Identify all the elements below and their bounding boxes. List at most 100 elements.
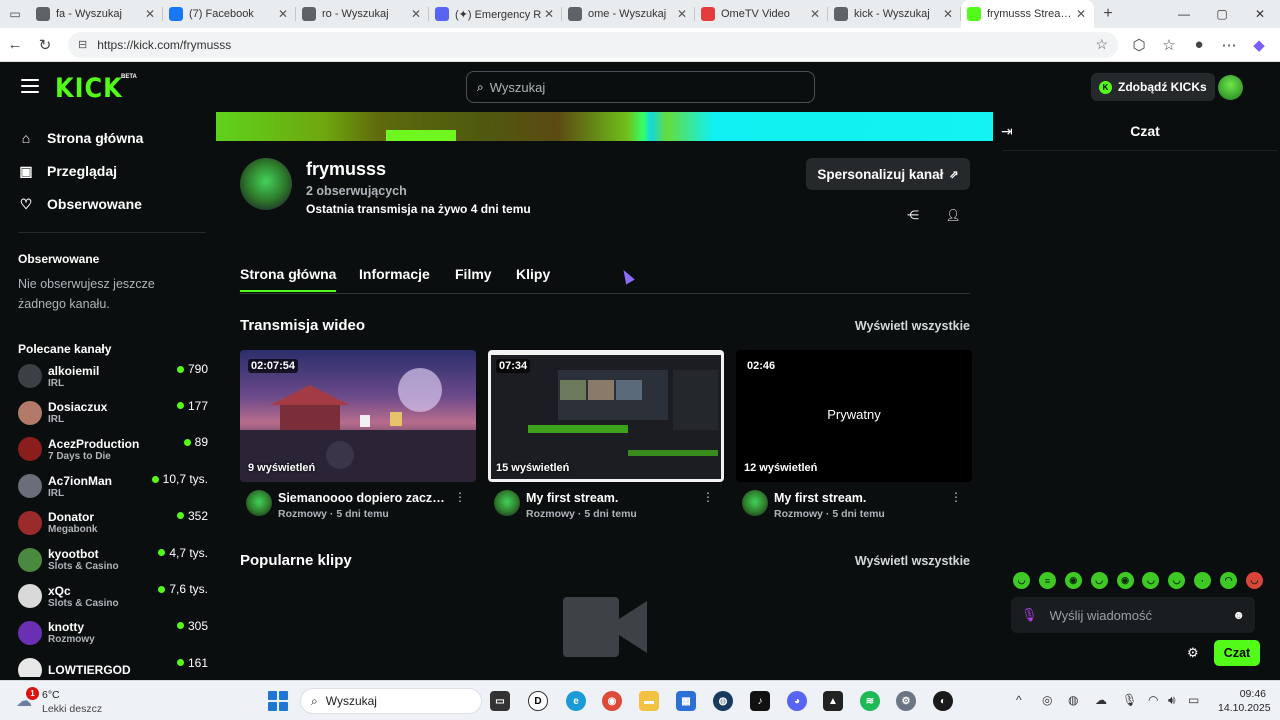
tray-microphone-icon[interactable]: 🎙︎ (1122, 693, 1137, 707)
tab-clips[interactable]: Klipy (516, 266, 550, 282)
tab-about[interactable]: Informacje (359, 266, 430, 282)
emote-icon[interactable]: ◉ (1116, 572, 1134, 589)
recommended-channel[interactable]: alkoiemil IRL 790 (18, 359, 208, 393)
video-title[interactable]: My first stream. (526, 491, 696, 505)
browser-tab[interactable]: frymusss Stream - ✕ (961, 0, 1094, 28)
spotify-icon[interactable]: ≋ (860, 691, 880, 711)
search-input[interactable] (489, 79, 790, 95)
recommended-channel[interactable]: AcezProduction 7 Days to Die 89 (18, 432, 208, 466)
back-icon[interactable]: ← (0, 30, 30, 60)
game-app-icon[interactable]: ▲ (823, 691, 843, 711)
tab-home[interactable]: Strona główna (240, 266, 337, 292)
chrome-icon[interactable]: ◉ (602, 691, 622, 711)
add-user-icon[interactable]: 👤︎ (944, 206, 962, 224)
volume-icon[interactable]: 🔊︎ (1168, 693, 1176, 708)
customize-channel-button[interactable]: Spersonalizuj kanał ⇗ (806, 158, 970, 190)
more-options-icon[interactable]: ⋮ (454, 490, 466, 504)
recommended-channel[interactable]: kyootbot Slots & Casino 4,7 tys. (18, 543, 208, 577)
browser-tab[interactable]: (✦) Emergency R ✕ (429, 0, 562, 28)
emote-icon[interactable]: ◡ (1013, 572, 1030, 589)
browser-tab[interactable]: kick - Wyszukaj ✕ (828, 0, 961, 28)
nav-browse[interactable]: ▣ Przeglądaj (18, 159, 117, 183)
video-channel-avatar[interactable] (494, 490, 520, 516)
close-tab-icon[interactable]: ✕ (143, 7, 157, 21)
browser-tab[interactable]: OmeTV Video ✕ (695, 0, 828, 28)
store-icon[interactable]: ▦ (676, 691, 696, 711)
more-options-icon[interactable]: ⋮ (950, 490, 962, 504)
profile-icon[interactable]: ● (1184, 30, 1214, 60)
emote-icon[interactable]: · (1194, 572, 1212, 589)
new-tab-button[interactable]: + (1094, 5, 1122, 23)
browser-tab[interactable]: fa - Wyszukaj ✕ (30, 0, 163, 28)
search-box[interactable]: ⌕ (466, 71, 815, 103)
kick-logo[interactable]: KICK (55, 73, 123, 104)
video-title[interactable]: Siemanoooo dopiero zaczy... (278, 491, 448, 505)
extensions-icon[interactable]: ⬡ (1124, 30, 1154, 60)
close-tab-icon[interactable]: ✕ (276, 7, 290, 21)
file-explorer-icon[interactable]: ▬ (639, 691, 659, 711)
emoji-icon[interactable]: ☻ (1232, 608, 1245, 622)
clips-see-all-link[interactable]: Wyświetl wszystkie (855, 554, 970, 568)
close-window-button[interactable]: ✕ (1240, 0, 1280, 28)
chat-message-input[interactable] (1049, 607, 1233, 623)
wifi-icon[interactable]: ◠ (1148, 693, 1158, 707)
close-tab-icon[interactable]: ✕ (1074, 7, 1088, 21)
get-kicks-button[interactable]: K Zdobądź KICKs (1091, 73, 1215, 101)
video-title[interactable]: My first stream. (774, 491, 944, 505)
recommended-channel[interactable]: Ac7ionMan IRL 10,7 tys. (18, 469, 208, 503)
settings-icon[interactable]: ⚙ (896, 691, 916, 711)
steam-icon[interactable]: ◍ (713, 691, 733, 711)
emote-icon[interactable]: ≡ (1038, 572, 1056, 589)
start-button[interactable] (268, 691, 288, 711)
discord-icon[interactable]: ◕ (787, 691, 807, 711)
nav-home[interactable]: ⌂ Strona główna (18, 126, 144, 150)
send-chat-button[interactable]: Czat (1214, 640, 1260, 666)
video-card-2[interactable]: 07:34 15 wyświetleń (488, 350, 724, 482)
recommended-channel[interactable]: knotty Rozmowy 305 (18, 616, 208, 650)
more-menu-icon[interactable]: ⋯ (1214, 30, 1244, 60)
videos-see-all-link[interactable]: Wyświetl wszystkie (855, 319, 970, 333)
browser-tab[interactable]: (7) Facebook ✕ (163, 0, 296, 28)
favorite-star-icon[interactable]: ☆ (1095, 36, 1108, 53)
address-bar[interactable]: ⊟ https://kick.com/frymusss ☆ (68, 31, 1118, 58)
user-avatar[interactable] (1218, 75, 1243, 100)
video-card-1[interactable]: 02:07:54 9 wyświetleń (240, 350, 476, 482)
tiktok-icon[interactable]: ♪ (750, 691, 770, 711)
video-channel-avatar[interactable] (246, 490, 272, 516)
collapse-chat-icon[interactable]: ⇥ (1001, 123, 1013, 140)
favorites-icon[interactable]: ☆ (1154, 30, 1184, 60)
menu-icon[interactable] (21, 79, 39, 93)
edge-icon[interactable]: e (566, 691, 586, 711)
video-channel-avatar[interactable] (742, 490, 768, 516)
reload-icon[interactable]: ↻ (30, 30, 60, 60)
chat-message-box[interactable]: 🎙︎ ☻ (1011, 597, 1255, 633)
tray-steam-icon[interactable]: ◍ (1068, 693, 1078, 707)
task-view-icon[interactable]: ▭ (490, 691, 510, 711)
tray-overflow-icon[interactable]: ^ (1016, 693, 1022, 707)
close-tab-icon[interactable]: ✕ (808, 7, 822, 21)
recommended-channel[interactable]: LOWTIERGOD 161 (18, 653, 208, 677)
close-tab-icon[interactable]: ✕ (675, 7, 689, 21)
channel-avatar[interactable] (240, 158, 292, 210)
tray-cloud-icon[interactable]: ☁ (1095, 693, 1107, 707)
recommended-channel[interactable]: Dosiaczux IRL 177 (18, 396, 208, 430)
system-clock[interactable]: 09:46 14.10.2025 (1218, 687, 1271, 715)
browser-tab[interactable]: ome - Wyszukaj ✕ (562, 0, 695, 28)
emote-icon[interactable]: ◉ (1064, 572, 1082, 589)
tab-videos[interactable]: Filmy (455, 266, 492, 282)
emote-icon[interactable]: ◡ (1090, 572, 1108, 589)
site-info-icon[interactable]: ⊟ (78, 38, 87, 51)
close-tab-icon[interactable]: ✕ (409, 7, 423, 21)
share-icon[interactable]: ⋲ (904, 206, 922, 224)
maximize-button[interactable]: ▢ (1202, 0, 1242, 28)
emote-icon[interactable]: ◡ (1245, 572, 1263, 589)
minimize-button[interactable]: — (1164, 0, 1204, 28)
more-options-icon[interactable]: ⋮ (702, 490, 714, 504)
browser-tab[interactable]: ro - Wyszukaj ✕ (296, 0, 429, 28)
emote-icon[interactable]: ◡ (1142, 572, 1160, 589)
emote-icon[interactable]: ◡ (1168, 572, 1186, 589)
close-tab-icon[interactable]: ✕ (542, 7, 556, 21)
battery-icon[interactable]: ▭ (1188, 693, 1199, 707)
weather-widget[interactable]: ☁ 1 6°C Lekki deszcz (14, 685, 124, 717)
recommended-channel[interactable]: xQc Slots & Casino 7,6 tys. (18, 579, 208, 613)
